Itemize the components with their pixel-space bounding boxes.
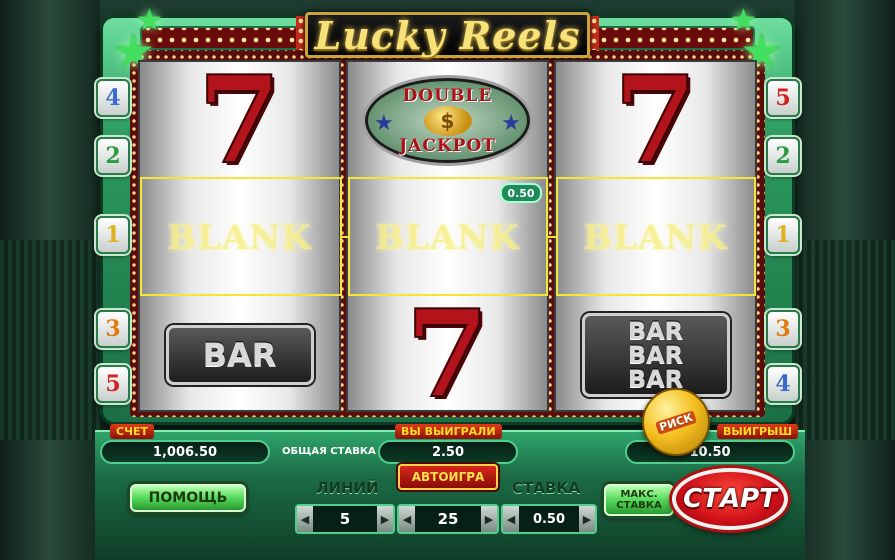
coins-increase-button[interactable]: ▶ xyxy=(481,506,497,532)
slot-cabinet: ★ ★ ★ ★ Lucky Reels 7 BLANK BAR ★ ★ DOUB… xyxy=(0,0,895,560)
total-bet-label: ОБЩАЯ СТАВКА xyxy=(282,446,376,457)
line-badge-left-4[interactable]: 4 xyxy=(96,79,130,117)
double-jackpot-symbol: ★ ★ DOUBLE $ JACKPOT xyxy=(365,78,530,163)
bar-label: BAR xyxy=(627,364,684,393)
you-won-display: 2.50 xyxy=(378,440,518,464)
start-button[interactable]: СТАРТ xyxy=(672,468,788,530)
reel-symbol: 7 xyxy=(556,49,755,191)
reel-symbol: 7 xyxy=(140,49,339,191)
lines-value: 5 xyxy=(339,510,351,528)
start-label: СТАРТ xyxy=(683,484,777,514)
autoplay-button[interactable]: АВТОИГРА xyxy=(398,464,498,490)
help-button[interactable]: ПОМОЩЬ xyxy=(130,484,246,512)
star-icon: ★ xyxy=(136,3,163,38)
coins-stepper: ◀ 25 ▶ xyxy=(397,504,499,534)
line-badge-left-5[interactable]: 5 xyxy=(96,365,130,403)
logo-cap-right xyxy=(589,16,599,50)
side-stripe xyxy=(0,240,100,440)
bet-stepper: ◀ 0.50 ▶ xyxy=(501,504,597,534)
payline-highlight xyxy=(556,177,756,296)
line-badge-right-1[interactable]: 1 xyxy=(766,216,800,254)
balance-label: СЧЕТ xyxy=(110,424,154,439)
seven-symbol: 7 xyxy=(613,49,698,191)
payline-connector xyxy=(548,236,556,238)
bet-title: СТАВКА xyxy=(512,479,581,497)
line-badge-left-1[interactable]: 1 xyxy=(96,216,130,254)
payline-highlight xyxy=(140,177,342,296)
coins-decrease-button[interactable]: ◀ xyxy=(399,506,415,532)
bet-increase-button[interactable]: ▶ xyxy=(579,506,595,532)
star-icon: ★ xyxy=(730,3,757,38)
star-icon: ★ xyxy=(374,111,394,136)
reel-symbol: ★ ★ DOUBLE $ JACKPOT xyxy=(348,62,547,179)
seven-symbol: 7 xyxy=(405,283,490,425)
bet-decrease-button[interactable]: ◀ xyxy=(503,506,519,532)
side-stripe xyxy=(795,240,895,440)
logo-plate: Lucky Reels xyxy=(305,12,590,58)
lines-increase-button[interactable]: ▶ xyxy=(377,506,393,532)
risk-button[interactable]: РИСК xyxy=(642,388,710,456)
coin-pile-icon: $ xyxy=(423,105,472,136)
risk-label: РИСК xyxy=(654,409,698,435)
max-bet-label-line2: СТАВКА xyxy=(616,500,662,511)
lines-decrease-button[interactable]: ◀ xyxy=(297,506,313,532)
lines-stepper: ◀ 5 ▶ xyxy=(295,504,395,534)
balance-display: 1,006.50 xyxy=(100,440,270,464)
game-logo: Lucky Reels xyxy=(314,12,581,58)
you-won-label: ВЫ ВЫИГРАЛИ xyxy=(395,424,502,439)
payline-win-value: 0.50 xyxy=(500,183,542,203)
cabinet-side-left xyxy=(0,0,100,560)
line-badge-right-2[interactable]: 2 xyxy=(766,137,800,175)
max-bet-label-line1: МАКС. xyxy=(620,489,658,500)
bar-label: BAR xyxy=(202,335,277,374)
bar-symbol: BAR xyxy=(165,324,314,385)
lines-title: ЛИНИЙ xyxy=(316,479,379,497)
seven-symbol: 7 xyxy=(197,49,282,191)
line-badge-right-4[interactable]: 4 xyxy=(766,365,800,403)
line-badge-right-5[interactable]: 5 xyxy=(766,79,800,117)
coins-value: 25 xyxy=(437,510,459,528)
win-label: ВЫИГРЫШ xyxy=(717,424,799,439)
star-icon: ★ xyxy=(501,111,521,136)
bet-value: 0.50 xyxy=(532,511,566,527)
bar-label: BAR xyxy=(627,316,684,345)
reel-symbol: 7 xyxy=(348,283,547,425)
jackpot-word-top: DOUBLE xyxy=(402,85,493,106)
jackpot-word-bottom: JACKPOT xyxy=(399,135,496,156)
line-badge-left-3[interactable]: 3 xyxy=(96,310,130,348)
cabinet-side-right xyxy=(795,0,895,560)
triple-bar-symbol: BAR BAR BAR xyxy=(581,312,730,397)
bar-label: BAR xyxy=(627,340,684,369)
line-badge-left-2[interactable]: 2 xyxy=(96,137,130,175)
payline-connector xyxy=(342,236,348,238)
reel-symbol: BAR xyxy=(140,296,339,413)
line-badge-right-3[interactable]: 3 xyxy=(766,310,800,348)
max-bet-button[interactable]: МАКС. СТАВКА xyxy=(604,484,674,516)
